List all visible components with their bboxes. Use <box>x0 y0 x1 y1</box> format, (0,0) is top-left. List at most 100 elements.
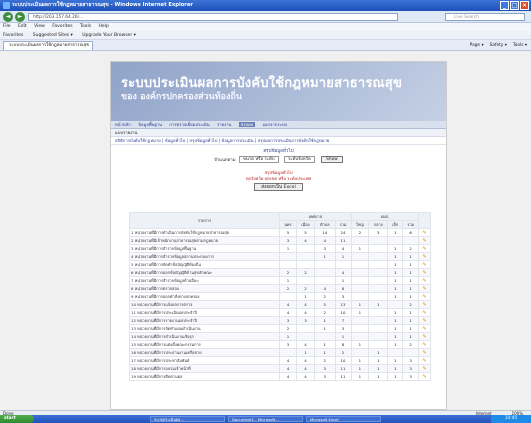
detail-icon[interactable]: ✎ <box>418 364 431 373</box>
detail-icon[interactable]: ✎ <box>418 252 431 261</box>
close-button[interactable]: × <box>520 1 529 10</box>
table-row: 10 หน่วยงานที่มีการแจ้งผลการตรวจ 4 4 5 13 1 1 2… <box>129 300 431 309</box>
row-value: 4 <box>295 372 316 381</box>
search-input[interactable]: Live Search <box>445 13 525 21</box>
page-menu[interactable]: Page ▾ <box>470 41 484 50</box>
row-name: 6 หน่วยงานที่มีการออกข้อบัญญัติด้านสุขลั… <box>129 268 280 277</box>
detail-icon[interactable]: ✎ <box>418 236 431 245</box>
type-select[interactable]: ขนาด หรือ ระดับ <box>238 156 279 163</box>
detail-icon[interactable]: ✎ <box>418 316 431 325</box>
taskbar-item[interactable]: ระบบประเมินผล... <box>150 416 225 422</box>
row-value <box>350 260 370 269</box>
site-menu-evaluation[interactable]: การตรวจเยี่ยมประเมิน <box>169 122 209 127</box>
header-name: รายการ <box>129 212 280 229</box>
row-value: 1 <box>387 332 404 341</box>
detail-icon[interactable]: ✎ <box>418 300 431 309</box>
table-row: 3 หน่วยงานที่มีการสำรวจข้อมูลพื้นฐาน 1 3 4 1… <box>129 244 431 253</box>
excel-row: ส่งออกเป็น Excel <box>111 183 446 195</box>
row-value: 1 <box>402 316 420 325</box>
row-value: 3 <box>314 372 336 381</box>
row-value: 1 <box>350 372 370 381</box>
detail-icon[interactable]: ✎ <box>418 324 431 333</box>
site-menu-basic[interactable]: ข้อมูลพื้นฐาน <box>138 122 162 127</box>
row-value: 5 <box>314 300 336 309</box>
row-value <box>387 236 404 245</box>
menu-view[interactable]: View <box>34 24 45 29</box>
row-value: 11 <box>334 372 352 381</box>
row-value: 2 <box>314 356 336 365</box>
export-excel-button[interactable]: ส่งออกเป็น Excel <box>254 183 303 191</box>
row-value <box>368 260 389 269</box>
row-value: 1 <box>350 308 370 317</box>
site-menu-logout[interactable]: ออกจากระบบ <box>262 122 287 127</box>
row-value <box>295 244 316 253</box>
row-value: 4 <box>314 284 336 293</box>
row-value <box>279 348 297 357</box>
detail-icon[interactable]: ✎ <box>418 356 431 365</box>
taskbar-item[interactable]: Microsoft Excel <box>306 416 381 422</box>
row-value: 1 <box>368 356 389 365</box>
level-select[interactable]: ระดับจังหวัด <box>283 156 315 163</box>
header-action <box>418 212 431 229</box>
menu-file[interactable]: File <box>3 24 11 29</box>
report-links[interactable]: สถิติการบังคับใช้กฎหมาย | ข้อมูลทั่วไป |… <box>111 137 446 145</box>
detail-icon[interactable]: ✎ <box>418 284 431 293</box>
row-value: 1 <box>350 340 370 349</box>
row-value: 4 <box>295 236 316 245</box>
web-page: ระบบประเมินผลการบังคับใช้กฎหมายสาธารณสุข… <box>110 61 447 410</box>
minimize-button[interactable]: _ <box>500 1 509 10</box>
row-name: 5 หน่วยงานที่มีการจัดทำข้อบัญญัติท้องถิ่… <box>129 260 280 269</box>
show-button[interactable]: Show <box>321 156 343 163</box>
taskbar-item[interactable]: Document1 - Microsoft... <box>228 416 303 422</box>
row-value <box>314 260 336 269</box>
site-menu-summary[interactable]: สรุปผล <box>238 122 256 127</box>
favorites-button[interactable]: Favorites <box>3 33 23 38</box>
upgrade-browser-link[interactable]: Upgrade Your Browser ▾ <box>82 33 136 38</box>
detail-icon[interactable]: ✎ <box>418 348 431 357</box>
back-icon[interactable]: ◄ <box>3 12 13 22</box>
row-value <box>295 252 316 261</box>
row-value: 2 <box>350 228 370 237</box>
detail-icon[interactable]: ✎ <box>418 332 431 341</box>
table-row: 9 หน่วยงานที่มีการออกคำสั่งทางปกครอง 1 2 3 1… <box>129 292 431 301</box>
table-row: 5 หน่วยงานที่มีการจัดทำข้อบัญญัติท้องถิ่… <box>129 260 431 269</box>
ie-icon <box>3 2 10 9</box>
safety-menu[interactable]: Safety ▾ <box>490 41 507 50</box>
detail-icon[interactable]: ✎ <box>418 276 431 285</box>
maximize-button[interactable]: □ <box>510 1 519 10</box>
detail-icon[interactable]: ✎ <box>418 372 431 381</box>
site-menu-report[interactable]: รายงาน <box>217 122 231 127</box>
menu-tools[interactable]: Tools <box>80 24 91 29</box>
browser-tab[interactable]: ระบบประเมินผลการใช้กฎหมายสาธารณสุข <box>3 41 93 50</box>
detail-icon[interactable]: ✎ <box>418 292 431 301</box>
row-value <box>387 300 404 309</box>
table-row: 17 หน่วยงานที่มีการประชาสัมพันธ์ 4 4 2 10 1 1 1… <box>129 356 431 365</box>
detail-icon[interactable]: ✎ <box>418 268 431 277</box>
suggested-sites-link[interactable]: Suggested Sites ▾ <box>33 33 73 38</box>
row-value: 1 <box>295 292 316 301</box>
row-value <box>279 252 297 261</box>
detail-icon[interactable]: ✎ <box>418 228 431 237</box>
row-value <box>402 236 420 245</box>
clock: 10:45 <box>491 415 531 423</box>
row-value <box>368 316 389 325</box>
menu-help[interactable]: Help <box>99 24 109 29</box>
detail-icon[interactable]: ✎ <box>418 340 431 349</box>
row-value: 1 <box>387 356 404 365</box>
forward-icon[interactable]: ► <box>15 12 25 22</box>
row-value: 1 <box>387 340 404 349</box>
row-value: 4 <box>279 356 297 365</box>
tools-menu[interactable]: Tools ▾ <box>513 41 527 50</box>
menu-edit[interactable]: Edit <box>18 24 27 29</box>
menu-favorites[interactable]: Favorites <box>52 24 72 29</box>
detail-icon[interactable]: ✎ <box>418 260 431 269</box>
start-button[interactable]: start <box>0 415 34 423</box>
detail-icon[interactable]: ✎ <box>418 244 431 253</box>
row-name: 14 หน่วยงานที่มีการดำเนินงานเชิงรุก <box>129 332 280 341</box>
row-value: 11 <box>334 364 352 373</box>
row-value: 6 <box>402 228 420 237</box>
table-row: 1 หน่วยงานที่มีการดำเนินการบังคับใช้กฎหม… <box>129 228 431 237</box>
url-input[interactable]: http://203.157.64.26/... <box>28 13 398 21</box>
site-menu-home[interactable]: หน้าหลัก <box>115 122 131 127</box>
detail-icon[interactable]: ✎ <box>418 308 431 317</box>
